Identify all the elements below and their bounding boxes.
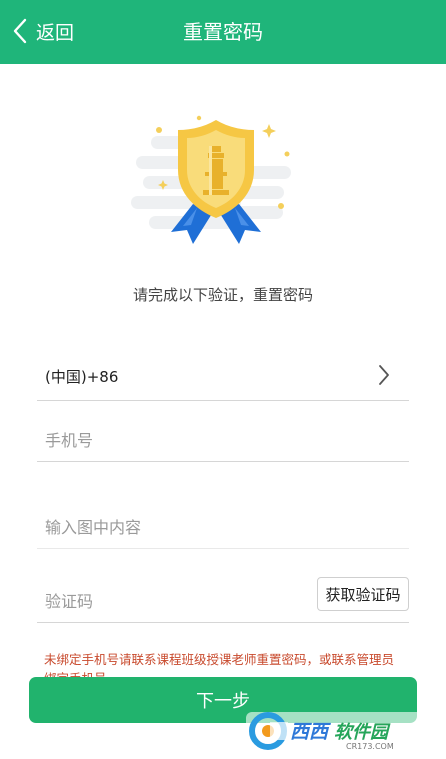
phone-input[interactable] <box>37 420 305 461</box>
svg-text:CR173.COM: CR173.COM <box>346 742 394 751</box>
header-bar: 返回 重置密码 <box>0 0 446 64</box>
svg-text:西西: 西西 <box>290 721 331 743</box>
chevron-left-icon <box>13 18 27 44</box>
shield-medal-icon <box>131 108 301 268</box>
chevron-right-icon <box>379 365 389 385</box>
verification-code-input[interactable] <box>37 580 305 622</box>
instruction-text: 请完成以下验证，重置密码 <box>132 286 313 304</box>
svg-text:软件园: 软件园 <box>334 722 391 743</box>
country-code-value: (中国)+86 <box>45 368 119 386</box>
verification-code-field: 获取验证码 <box>37 577 409 623</box>
unbound-phone-notice: 未绑定手机号请联系课程班级授课老师重置密码，或联系管理员绑定手机号 <box>44 652 395 680</box>
captcha-field <box>37 507 409 549</box>
site-watermark: 西西 软件园 CR173.COM <box>246 708 430 752</box>
captcha-input[interactable] <box>37 507 305 548</box>
back-button[interactable]: 返回 <box>12 14 74 48</box>
country-code-selector[interactable]: (中国)+86 <box>37 352 409 401</box>
get-code-button[interactable]: 获取验证码 <box>317 577 409 611</box>
phone-field <box>37 420 409 462</box>
back-label: 返回 <box>36 21 75 44</box>
